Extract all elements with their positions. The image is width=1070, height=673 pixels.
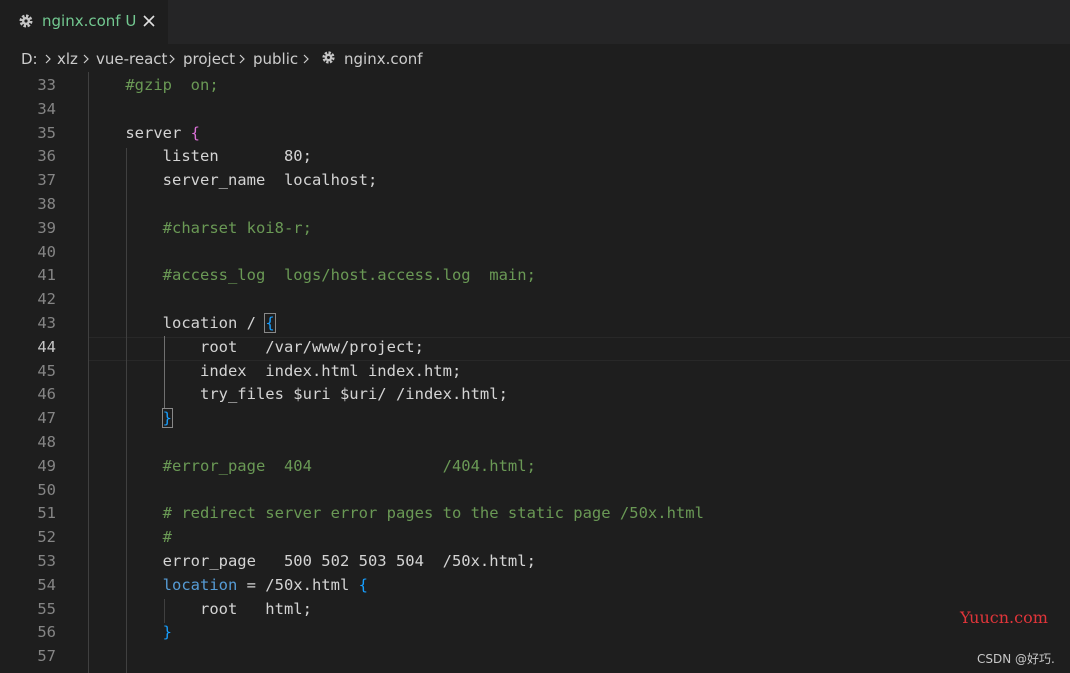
code-line[interactable]: try_files $uri $uri/ /index.html; <box>88 385 508 403</box>
code-token: server <box>88 123 191 142</box>
line-number: 51 <box>37 504 56 523</box>
code-token: { <box>190 123 200 142</box>
code-token: location / <box>88 314 266 332</box>
chevron-right-icon <box>303 54 309 64</box>
code-token: server_name localhost <box>88 171 368 190</box>
line-number: 46 <box>37 385 56 404</box>
code-token: root html <box>88 599 303 618</box>
code-token: location <box>162 575 238 594</box>
tab-bar: nginx.conf U <box>0 0 1070 44</box>
code-line[interactable]: # <box>88 528 172 546</box>
code-token: index index.html index.htm <box>88 361 452 380</box>
chevron-right-icon <box>169 54 175 64</box>
code-line[interactable]: server_name localhost; <box>88 171 378 190</box>
code-token: } <box>161 408 174 429</box>
breadcrumb-item-file[interactable]: nginx.conf <box>344 50 423 68</box>
line-number: 47 <box>37 409 56 428</box>
code-line[interactable]: # redirect server error pages to the sta… <box>88 504 704 522</box>
gear-icon <box>322 51 335 64</box>
code-token: ; <box>526 552 536 570</box>
breadcrumb: D: xlz vue-react project public nginx.co… <box>0 44 1070 72</box>
code-token: # <box>162 528 172 547</box>
line-number: 41 <box>37 266 56 285</box>
code-line[interactable]: error_page 500 502 503 504 /50x.html; <box>88 552 536 570</box>
code-token: ; <box>451 361 462 380</box>
code-token: ; <box>414 337 424 356</box>
line-number: 48 <box>37 433 56 451</box>
code-token: { <box>358 575 368 594</box>
chevron-right-icon <box>83 54 89 64</box>
code-line[interactable]: location / { <box>88 313 276 333</box>
code-token: ; <box>302 599 312 618</box>
code-token: error_page 500 502 503 504 /50x.html <box>88 552 527 570</box>
code-line[interactable]: } <box>88 408 174 429</box>
line-number: 57 <box>37 647 56 666</box>
line-number: 35 <box>37 123 56 142</box>
code-line[interactable]: #error_page 404 /404.html; <box>88 457 536 475</box>
code-token: = /50x.html <box>237 575 359 594</box>
line-number: 44 <box>37 337 56 356</box>
line-number: 40 <box>37 242 56 261</box>
code-token: #access_log logs/host.access.log main; <box>162 266 536 285</box>
line-number: 43 <box>37 314 56 332</box>
line-number: 36 <box>37 147 56 166</box>
line-number: 56 <box>37 623 56 642</box>
chevron-right-icon <box>239 54 245 64</box>
code-token: #charset koi8-r; <box>162 218 312 237</box>
code-token: root /var/www/project <box>88 337 415 356</box>
code-token: # redirect server error pages to the sta… <box>162 504 704 523</box>
line-number: 53 <box>37 552 56 570</box>
close-icon[interactable] <box>141 13 157 29</box>
code-line[interactable]: location = /50x.html { <box>88 576 368 594</box>
code-token: { <box>264 313 276 333</box>
watermark-author: CSDN @好巧. <box>977 652 1055 666</box>
line-number: 55 <box>37 599 56 618</box>
line-number: 54 <box>37 575 56 594</box>
code-token: try_files $uri $uri/ /index.html <box>88 385 499 404</box>
code-token: ; <box>302 147 312 166</box>
code-line[interactable]: #charset koi8-r; <box>88 219 312 237</box>
breadcrumb-item-project[interactable]: project <box>183 50 235 68</box>
line-number: 42 <box>37 290 56 309</box>
line-number: 33 <box>37 76 56 94</box>
line-number: 38 <box>37 195 56 213</box>
breadcrumb-item-public[interactable]: public <box>253 50 298 68</box>
code-token: listen 80 <box>88 147 303 166</box>
code-line[interactable]: root /var/www/project; <box>88 338 424 356</box>
line-number: 50 <box>37 480 56 499</box>
chevron-right-icon <box>45 54 51 64</box>
line-number: 52 <box>37 528 56 547</box>
line-number: 37 <box>37 171 56 190</box>
code-line[interactable]: root html; <box>88 600 312 618</box>
line-number: 45 <box>37 361 56 380</box>
code-token: #gzip on; <box>125 76 219 94</box>
indent-guide <box>164 599 165 623</box>
indent-guide-active <box>164 336 165 408</box>
code-token: #error_page 404 /404.html; <box>162 456 536 475</box>
line-number: 49 <box>37 456 56 475</box>
code-line[interactable]: } <box>88 623 172 641</box>
code-token: ; <box>367 171 378 190</box>
breadcrumb-item-vue-react[interactable]: vue-react <box>96 50 167 68</box>
code-line[interactable]: server { <box>88 124 200 142</box>
code-token: ; <box>498 385 508 404</box>
code-line[interactable]: index index.html index.htm; <box>88 362 461 380</box>
line-number: 34 <box>37 99 56 118</box>
tab-nginx-conf[interactable]: nginx.conf U <box>0 0 168 44</box>
breadcrumb-item-drive[interactable]: D: <box>21 50 38 68</box>
code-token: } <box>162 623 172 642</box>
gear-icon <box>19 14 33 28</box>
watermark-site: Yuucn.com <box>960 608 1048 627</box>
indent-guide <box>126 148 127 673</box>
editor-left-border <box>88 72 89 673</box>
code-line[interactable]: listen 80; <box>88 147 312 165</box>
code-editor[interactable]: 33 #gzip on; 34 35 server {36 listen 80; 37… <box>0 72 1070 673</box>
tab-label: nginx.conf U <box>42 12 137 30</box>
code-line[interactable]: #access_log logs/host.access.log main; <box>88 266 536 284</box>
line-number: 39 <box>37 218 56 237</box>
breadcrumb-item-xlz[interactable]: xlz <box>57 50 78 68</box>
code-line[interactable]: #gzip on; <box>88 76 219 94</box>
